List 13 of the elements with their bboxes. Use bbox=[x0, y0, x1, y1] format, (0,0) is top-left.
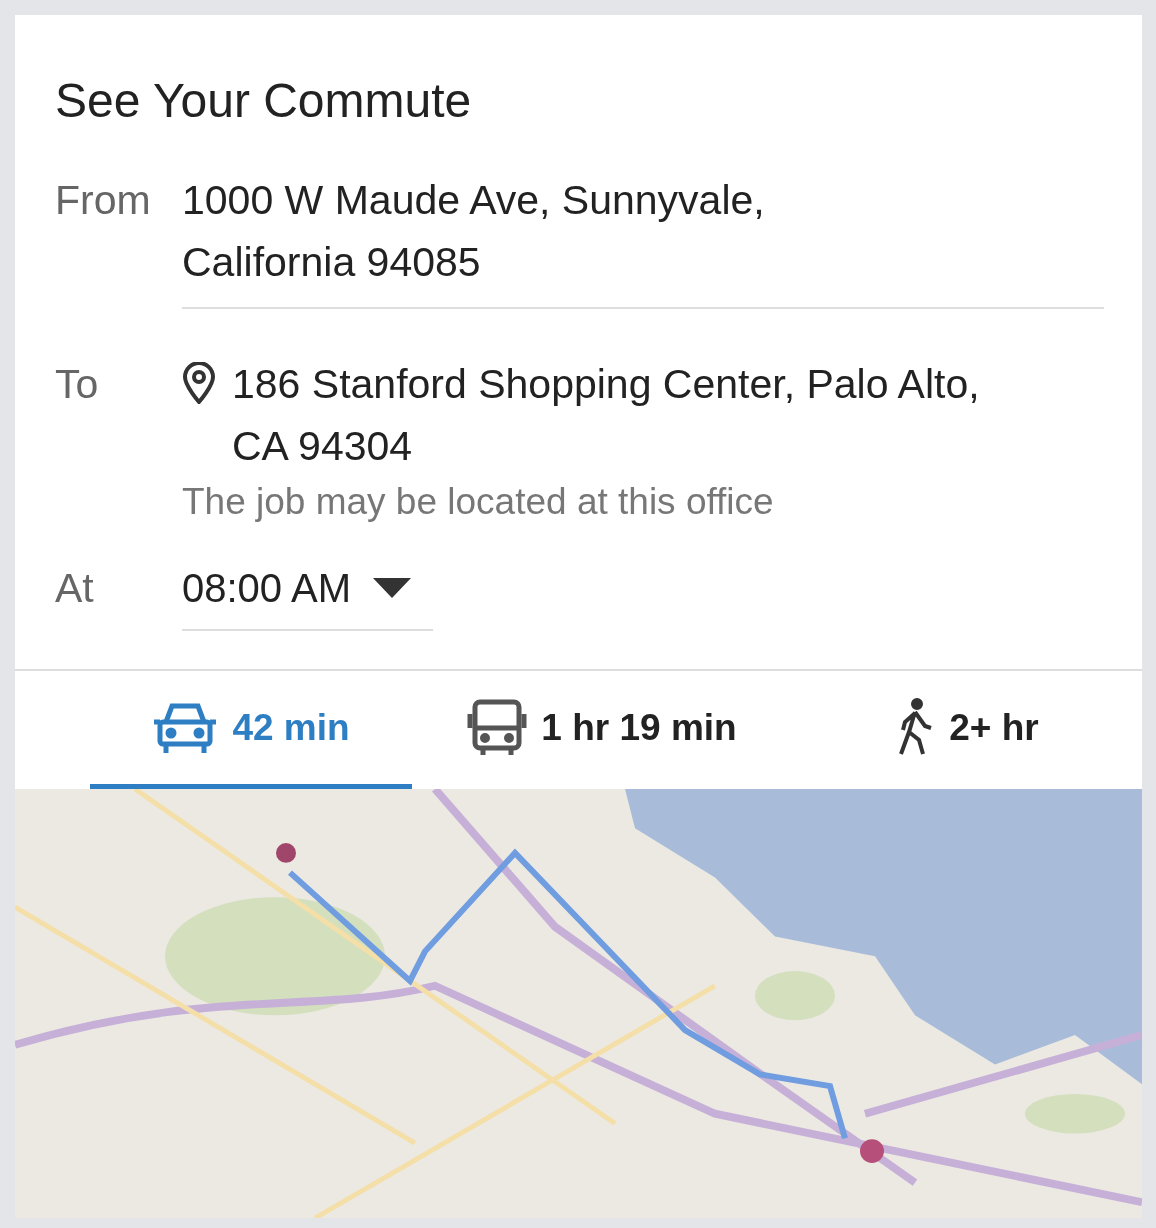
travel-mode-tab[interactable]: 2+ hr bbox=[792, 671, 1142, 789]
travel-mode-tab[interactable]: 1 hr 19 min bbox=[412, 671, 792, 789]
location-pin-icon bbox=[182, 362, 216, 404]
card-title: See Your Commute bbox=[55, 73, 473, 129]
dropdown-caret-icon bbox=[373, 578, 411, 598]
address-field[interactable]: 1000 W Maude Ave, Sunnyvale, California 94085 bbox=[182, 169, 1104, 309]
time-dropdown[interactable]: 08:00 AM bbox=[182, 557, 433, 631]
bus-icon bbox=[467, 697, 528, 758]
field-label: From bbox=[55, 176, 152, 225]
office-note: The job may be located at this office bbox=[182, 480, 775, 524]
field-label: At bbox=[55, 564, 95, 613]
field-label: To bbox=[55, 360, 100, 409]
destination-address: 186 Stanford Shopping Center, Palo Alto, CA 94304 bbox=[232, 360, 981, 471]
